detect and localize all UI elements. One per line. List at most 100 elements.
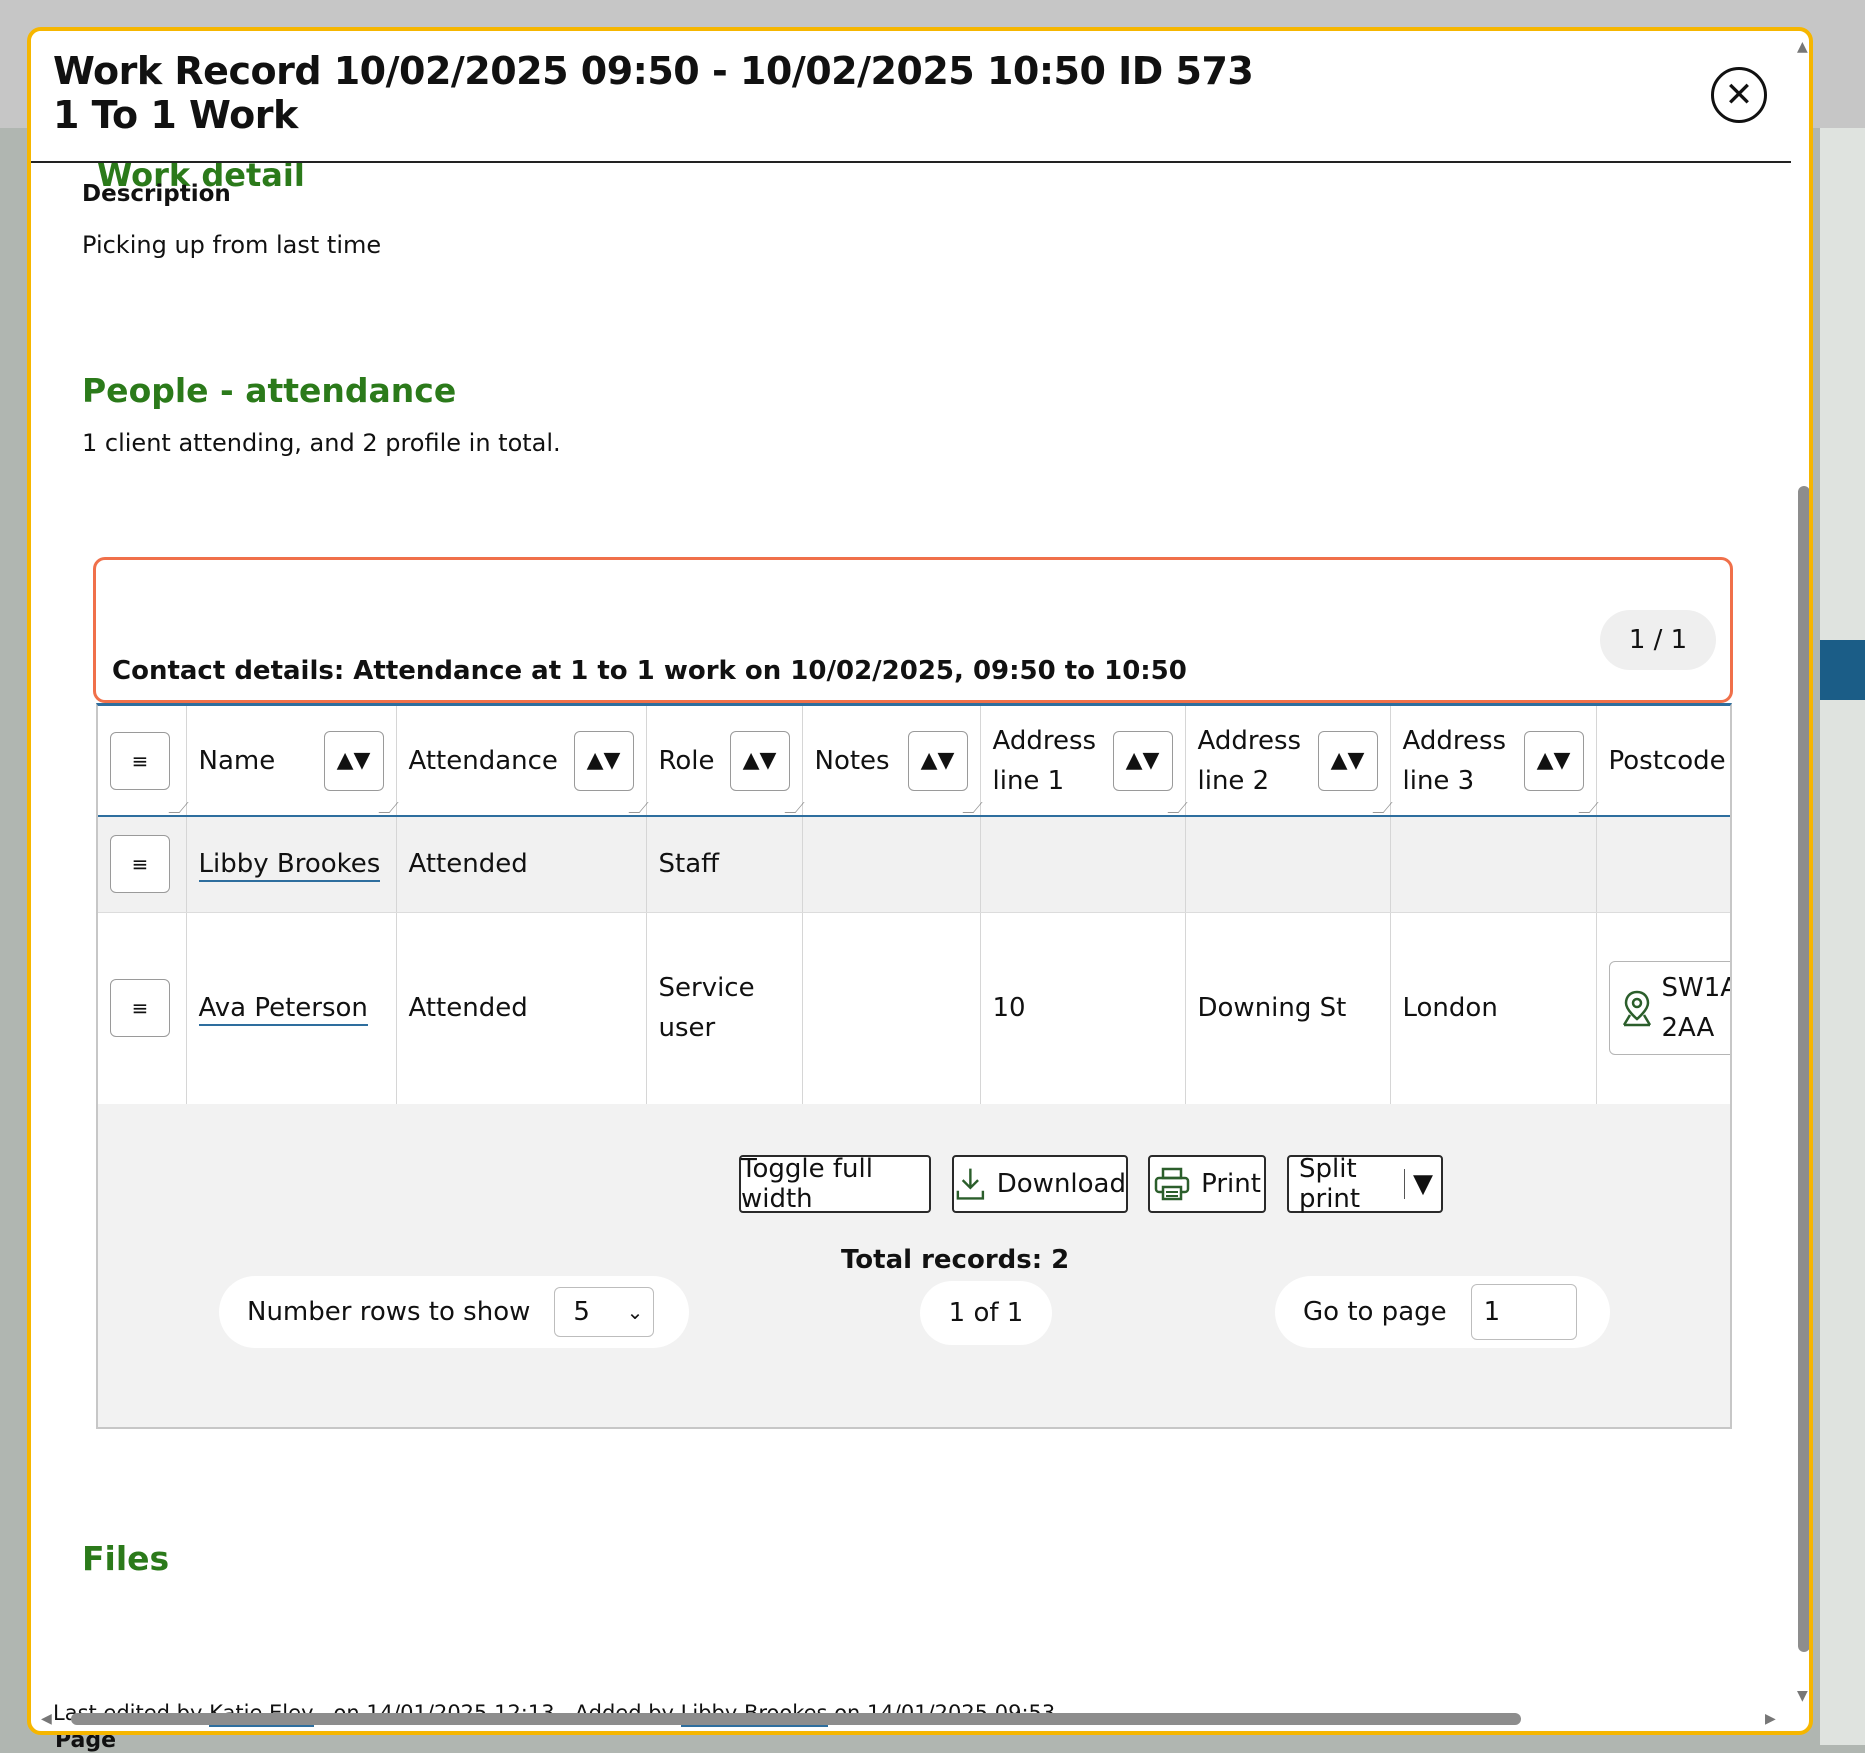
column-label-part: line 3 <box>1402 765 1475 796</box>
person-link[interactable]: Ava Peterson <box>198 993 368 1027</box>
notes-cell <box>802 816 981 913</box>
download-label: Download <box>996 1169 1126 1199</box>
background-accent <box>1820 640 1865 700</box>
notes-cell <box>802 912 981 1104</box>
table-header-row: ≡ Name ▲▼ Attendance ▲▼ Role ▲▼ Notes ▲▼… <box>98 706 1730 817</box>
address-line-3-cell <box>1390 816 1597 913</box>
go-to-page-label: Go to page <box>1303 1297 1447 1327</box>
column-header-address-line-1: Address line 1 ▲▼ <box>980 706 1188 817</box>
row-menu-button[interactable]: ≡ <box>110 835 170 894</box>
close-button[interactable]: ✕ <box>1711 67 1767 123</box>
sort-address-line-2-button[interactable]: ▲▼ <box>1317 730 1378 791</box>
split-print-dropdown-icon[interactable]: ▼ <box>1404 1169 1433 1199</box>
role-text: Service <box>658 973 755 1004</box>
postcode-cell: SW1A 2AA <box>1596 912 1732 1104</box>
rows-to-show-label: Number rows to show <box>247 1297 531 1327</box>
scroll-up-arrow-icon[interactable]: ▲ <box>1797 39 1808 55</box>
column-header-address-line-2: Address line 2 ▲▼ <box>1185 706 1393 817</box>
name-cell: Ava Peterson <box>186 912 397 1104</box>
rows-to-show-select[interactable]: 5 ⌄ <box>554 1287 655 1337</box>
postcode-part: 2AA <box>1661 1013 1715 1044</box>
address-line-2-cell <box>1185 816 1391 913</box>
postcode-text: SW1A 2AA <box>1661 968 1732 1048</box>
column-header-address-line-3: Address line 3 ▲▼ <box>1390 706 1599 817</box>
row-menu-cell: ≡ <box>98 816 187 913</box>
vertical-scrollbar-thumb[interactable] <box>1798 486 1809 1652</box>
sort-role-button[interactable]: ▲▼ <box>729 730 790 791</box>
column-label-address-line-2: Address line 2 <box>1198 721 1302 801</box>
person-link[interactable]: Libby Brookes <box>198 849 381 883</box>
background-page <box>1820 128 1865 1745</box>
download-icon <box>956 1168 985 1200</box>
description-value: Picking up from last time <box>82 231 382 259</box>
description-label: Description <box>82 181 231 207</box>
attendance-cell: Attended <box>396 816 647 913</box>
address-line-2-cell: Downing St <box>1185 912 1391 1104</box>
files-heading: Files <box>82 1539 170 1578</box>
column-label-address-line-3: Address line 3 <box>1403 721 1507 801</box>
download-button[interactable]: Download <box>952 1155 1128 1213</box>
column-menu-header: ≡ <box>98 706 189 817</box>
record-pager: 1 / 1 <box>1600 610 1716 670</box>
contact-details-panel: 1 / 1 Contact details: Attendance at 1 t… <box>93 557 1733 703</box>
column-label-part: Address <box>992 725 1097 756</box>
attendance-heading: People - attendance <box>82 371 457 410</box>
page-indicator: 1 of 1 <box>920 1281 1052 1345</box>
close-icon: ✕ <box>1724 75 1754 115</box>
column-label-address-line-1: Address line 1 <box>993 721 1097 801</box>
role-cell: Service user <box>646 912 803 1104</box>
column-label-part: line 2 <box>1197 765 1270 796</box>
sort-attendance-button[interactable]: ▲▼ <box>573 730 634 791</box>
scroll-left-arrow-icon[interactable]: ◀ <box>41 1711 52 1727</box>
dialog-title: Work Record 10/02/2025 09:50 - 10/02/202… <box>53 49 1254 137</box>
column-label-role: Role <box>658 745 715 776</box>
dialog-title-line-1: Work Record 10/02/2025 09:50 - 10/02/202… <box>53 49 1254 93</box>
address-line-1-cell <box>980 816 1186 913</box>
go-to-page-control: Go to page 1 <box>1275 1276 1610 1348</box>
dialog-header: Work Record 10/02/2025 09:50 - 10/02/202… <box>31 31 1791 163</box>
postcode-map-button[interactable]: SW1A 2AA <box>1608 961 1732 1056</box>
print-button[interactable]: Print <box>1148 1155 1266 1213</box>
column-header-name: Name ▲▼ <box>186 706 399 817</box>
dialog-title-line-2: 1 To 1 Work <box>53 93 298 137</box>
map-pin-icon <box>1622 990 1651 1027</box>
split-print-button[interactable]: Split print ▼ <box>1287 1154 1443 1214</box>
column-label-part: Address <box>1197 725 1302 756</box>
horizontal-scrollbar-thumb[interactable] <box>71 1713 1521 1725</box>
column-header-role: Role ▲▼ <box>646 706 805 817</box>
sort-notes-button[interactable]: ▲▼ <box>907 730 968 791</box>
attendance-table: ≡ Name ▲▼ Attendance ▲▼ Role ▲▼ Notes ▲▼… <box>98 706 1732 1104</box>
postcode-part: SW1A <box>1661 973 1732 1004</box>
sort-address-line-3-button[interactable]: ▲▼ <box>1523 730 1584 791</box>
go-to-page-input[interactable]: 1 <box>1470 1284 1577 1340</box>
column-header-attendance: Attendance ▲▼ <box>396 706 649 817</box>
contact-details-caption: Contact details: Attendance at 1 to 1 wo… <box>112 656 1187 686</box>
sort-name-button[interactable]: ▲▼ <box>323 730 384 791</box>
split-print-label: Split print <box>1299 1154 1361 1214</box>
column-menu-button[interactable]: ≡ <box>110 731 170 790</box>
sort-address-line-1-button[interactable]: ▲▼ <box>1112 730 1173 791</box>
role-cell: Staff <box>646 816 803 913</box>
column-label-part: Address <box>1402 725 1507 756</box>
address-line-1-cell: 10 <box>980 912 1186 1104</box>
row-menu-button[interactable]: ≡ <box>110 979 170 1038</box>
column-label-name: Name <box>198 745 276 776</box>
role-text: user <box>658 1013 716 1044</box>
table-row: ≡ Libby Brookes Attended Staff <box>98 816 1730 913</box>
column-header-postcode: Postcode <box>1596 706 1730 817</box>
work-record-dialog: Work detail Description Picking up from … <box>27 27 1813 1735</box>
column-label-part: line 1 <box>992 765 1065 796</box>
toggle-full-width-label: Toggle full width <box>741 1154 873 1214</box>
row-menu-cell: ≡ <box>98 912 187 1104</box>
postcode-cell <box>1596 816 1730 913</box>
column-header-notes: Notes ▲▼ <box>802 706 983 817</box>
rows-to-show-control: Number rows to show 5 ⌄ <box>219 1276 689 1348</box>
total-records: Total records: 2 <box>841 1245 1070 1275</box>
attendance-summary: 1 client attending, and 2 profile in tot… <box>82 429 561 457</box>
print-label: Print <box>1201 1169 1261 1199</box>
name-cell: Libby Brookes <box>186 816 397 913</box>
toggle-full-width-button[interactable]: Toggle full width <box>739 1154 931 1214</box>
scroll-down-arrow-icon[interactable]: ▼ <box>1797 1688 1808 1704</box>
scroll-right-arrow-icon[interactable]: ▶ <box>1765 1711 1776 1727</box>
table-row: ≡ Ava Peterson Attended Service user 10 D… <box>98 912 1732 1104</box>
